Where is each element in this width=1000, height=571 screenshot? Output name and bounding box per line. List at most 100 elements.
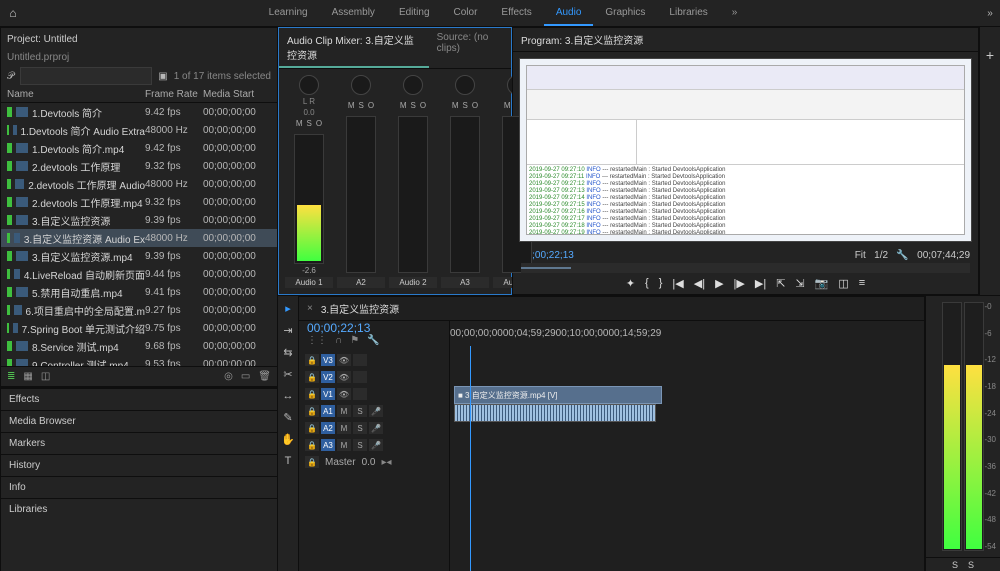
project-item[interactable]: 5.禁用自动重启.mp49.41 fps00;00;00;00 xyxy=(1,283,277,301)
m-button[interactable]: M xyxy=(504,101,511,110)
settings-icon[interactable]: ≡ xyxy=(859,277,865,290)
o-button[interactable]: O xyxy=(420,101,426,110)
add-panel-rail[interactable]: + xyxy=(979,27,1000,295)
track-header[interactable]: 🔒 A1 M S 🎤 xyxy=(299,403,449,419)
source-tab[interactable]: Source: (no clips) xyxy=(429,28,511,68)
o-button[interactable]: O xyxy=(472,101,478,110)
m-button[interactable]: M xyxy=(400,101,407,110)
mixer-tab[interactable]: Audio Clip Mixer: 3.自定义监控资源 xyxy=(279,28,429,68)
razor-tool-icon[interactable]: ✂ xyxy=(283,368,292,381)
pan-knob[interactable] xyxy=(299,75,319,95)
m-button[interactable]: M xyxy=(348,101,355,110)
project-item[interactable]: 4.LiveReload 自动刷新页面9.44 fps00;00;00;00 xyxy=(1,265,277,283)
toggle-output-icon[interactable]: 👁 xyxy=(337,388,351,400)
toggle-output-icon[interactable]: 👁 xyxy=(337,371,351,383)
meter-solo-left[interactable]: S xyxy=(952,560,958,570)
voiceover-icon[interactable]: 🎤 xyxy=(369,439,383,451)
lock-icon[interactable]: 🔒 xyxy=(305,354,319,366)
track-target[interactable]: V2 xyxy=(321,371,335,383)
workspace-tab-libraries[interactable]: Libraries xyxy=(657,1,719,26)
sync-lock-icon[interactable]: S xyxy=(353,405,367,417)
project-item[interactable]: 8.Service 测试.mp49.68 fps00;00;00;00 xyxy=(1,337,277,355)
sync-lock-icon[interactable]: S xyxy=(353,422,367,434)
step-back-icon[interactable]: ◀| xyxy=(694,277,705,290)
s-button[interactable]: S xyxy=(307,119,312,128)
type-tool-icon[interactable]: T xyxy=(285,455,292,467)
sequence-tab[interactable]: 3.自定义监控资源 xyxy=(321,301,399,316)
ripple-tool-icon[interactable]: ⇆ xyxy=(283,346,292,359)
trash-icon[interactable]: 🗑 xyxy=(258,371,271,382)
new-item-icon[interactable]: ◎ xyxy=(224,371,233,382)
search-input[interactable] xyxy=(20,67,152,85)
list-view-icon[interactable]: ≣ xyxy=(7,371,15,382)
snap-icon[interactable]: ⋮⋮ xyxy=(307,335,327,346)
slip-tool-icon[interactable]: ↔ xyxy=(283,390,294,402)
workspace-tab-editing[interactable]: Editing xyxy=(387,1,442,26)
workspace-tab-graphics[interactable]: Graphics xyxy=(593,1,657,26)
freeform-view-icon[interactable]: ◫ xyxy=(41,371,50,382)
workspace-tab-color[interactable]: Color xyxy=(442,1,490,26)
video-clip[interactable]: ■ 3.自定义监控资源.mp4 [V] xyxy=(454,386,662,404)
project-item[interactable]: 2.devtools 工作原理 Audio48000 Hz00;00;00;00 xyxy=(1,175,277,193)
m-button[interactable]: M xyxy=(296,119,303,128)
workspace-overflow-icon[interactable]: » xyxy=(720,1,750,26)
workspace-tab-learning[interactable]: Learning xyxy=(257,1,320,26)
o-button[interactable]: O xyxy=(368,101,374,110)
voiceover-icon[interactable]: 🎤 xyxy=(369,422,383,434)
toggle-output-icon[interactable]: 👁 xyxy=(337,354,351,366)
icon-view-icon[interactable]: ▦ xyxy=(23,371,32,382)
workspace-tab-audio[interactable]: Audio xyxy=(544,1,594,26)
m-button[interactable]: M xyxy=(452,101,459,110)
timeline-timecode[interactable]: 00;00;22;13 xyxy=(299,321,449,335)
track-select-tool-icon[interactable]: ⇥ xyxy=(283,324,292,337)
project-item[interactable]: 3.自定义监控资源 Audio Ex48000 Hz00;00;00;00 xyxy=(1,229,277,247)
track-target[interactable]: V3 xyxy=(321,354,335,366)
workspace-tab-effects[interactable]: Effects xyxy=(489,1,543,26)
extract-icon[interactable]: ⇲ xyxy=(795,277,804,290)
voiceover-icon[interactable]: 🎤 xyxy=(369,405,383,417)
toggle-output-icon[interactable]: M xyxy=(337,405,351,417)
mark-out-icon[interactable]: } xyxy=(659,277,663,290)
panel-effects[interactable]: Effects xyxy=(1,388,277,410)
sync-lock-icon[interactable] xyxy=(353,388,367,400)
track-header[interactable]: 🔒 V3 👁 xyxy=(299,352,449,368)
track-header[interactable]: 🔒 V1 👁 xyxy=(299,386,449,402)
track-header[interactable]: 🔒 V2 👁 xyxy=(299,369,449,385)
meter-solo-right[interactable]: S xyxy=(968,560,974,570)
lock-icon[interactable]: 🔒 xyxy=(305,456,319,468)
selection-tool-icon[interactable]: ▸ xyxy=(285,302,291,315)
pan-knob[interactable] xyxy=(351,75,371,95)
project-item[interactable]: 1.Devtools 简介.mp49.42 fps00;00;00;00 xyxy=(1,139,277,157)
pen-tool-icon[interactable]: ✎ xyxy=(283,411,292,424)
panel-history[interactable]: History xyxy=(1,454,277,476)
step-fwd-icon[interactable]: |▶ xyxy=(734,277,745,290)
track-target[interactable]: V1 xyxy=(321,388,335,400)
program-fit[interactable]: Fit xyxy=(855,250,866,261)
lock-icon[interactable]: 🔒 xyxy=(305,422,319,434)
program-scrubber[interactable] xyxy=(521,263,970,273)
home-icon[interactable]: ⌂ xyxy=(0,6,26,20)
workspace-tab-assembly[interactable]: Assembly xyxy=(320,1,387,26)
lock-icon[interactable]: 🔒 xyxy=(305,388,319,400)
marker-icon[interactable]: ⚑ xyxy=(350,335,359,346)
s-button[interactable]: S xyxy=(359,101,364,110)
go-to-in-icon[interactable]: |◀ xyxy=(672,277,683,290)
track-target[interactable]: A2 xyxy=(321,422,335,434)
project-item[interactable]: 1.Devtools 简介9.42 fps00;00;00;00 xyxy=(1,103,277,121)
project-item[interactable]: 7.Spring Boot 单元测试介绍9.75 fps00;00;00;00 xyxy=(1,319,277,337)
track-target[interactable]: A3 xyxy=(321,439,335,451)
track-header[interactable]: 🔒 A2 M S 🎤 xyxy=(299,420,449,436)
sync-lock-icon[interactable]: S xyxy=(353,439,367,451)
lift-icon[interactable]: ⇱ xyxy=(776,277,785,290)
playhead[interactable] xyxy=(470,346,471,571)
column-headers[interactable]: Name Frame Rate Media Start xyxy=(1,87,277,103)
go-to-out-icon[interactable]: ▶| xyxy=(755,277,766,290)
pan-knob[interactable] xyxy=(403,75,423,95)
track-header[interactable]: 🔒 A3 M S 🎤 xyxy=(299,437,449,453)
pan-knob[interactable] xyxy=(455,75,475,95)
s-button[interactable]: S xyxy=(463,101,468,110)
compare-icon[interactable]: ◫ xyxy=(838,277,848,290)
add-marker-icon[interactable]: ✦ xyxy=(626,277,635,290)
panel-media-browser[interactable]: Media Browser xyxy=(1,410,277,432)
project-item[interactable]: 2.devtools 工作原理9.32 fps00;00;00;00 xyxy=(1,157,277,175)
